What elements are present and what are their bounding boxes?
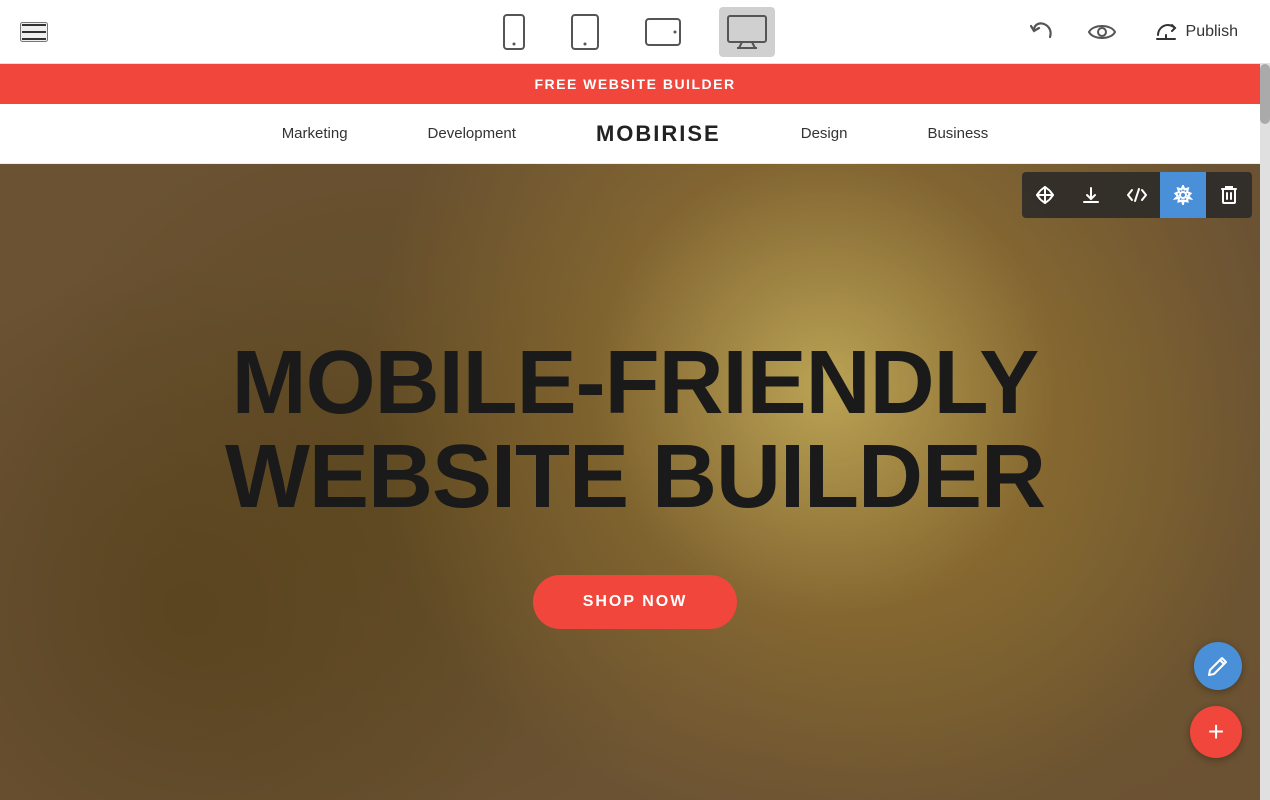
- navbar: Marketing Development MOBIRISE Design Bu…: [0, 104, 1270, 164]
- move-section-button[interactable]: [1022, 172, 1068, 218]
- scrollbar-thumb[interactable]: [1260, 64, 1270, 124]
- hero-section: MOBILE-FRIENDLY WEBSITE BUILDER SHOP NOW: [0, 164, 1270, 800]
- nav-link-business[interactable]: Business: [927, 125, 988, 142]
- tablet-view-button[interactable]: [563, 6, 607, 58]
- toolbar-center: [495, 6, 775, 58]
- hero-content: MOBILE-FRIENDLY WEBSITE BUILDER SHOP NOW: [0, 164, 1270, 800]
- hero-title: MOBILE-FRIENDLY WEBSITE BUILDER: [225, 336, 1045, 525]
- publish-label: Publish: [1186, 23, 1238, 41]
- promo-banner: FREE WEBSITE BUILDER: [0, 64, 1270, 104]
- publish-button[interactable]: Publish: [1142, 13, 1250, 51]
- download-section-button[interactable]: [1068, 172, 1114, 218]
- toolbar-right: Publish: [1024, 13, 1250, 51]
- add-section-fab-button[interactable]: +: [1190, 706, 1242, 758]
- desktop-view-button[interactable]: [719, 7, 775, 57]
- mobile-view-button[interactable]: [495, 6, 533, 58]
- preview-button[interactable]: [1082, 16, 1122, 48]
- nav-link-design[interactable]: Design: [801, 125, 848, 142]
- undo-button[interactable]: [1024, 14, 1062, 50]
- code-editor-button[interactable]: [1114, 172, 1160, 218]
- top-toolbar: Publish: [0, 0, 1270, 64]
- brand-logo: MOBIRISE: [596, 121, 721, 147]
- toolbar-left: [20, 22, 48, 42]
- edit-fab-button[interactable]: [1194, 642, 1242, 690]
- nav-link-marketing[interactable]: Marketing: [282, 125, 348, 142]
- shop-now-button[interactable]: SHOP NOW: [533, 575, 738, 629]
- hero-title-line2: WEBSITE BUILDER: [225, 427, 1045, 527]
- menu-button[interactable]: [20, 22, 48, 42]
- delete-section-button[interactable]: [1206, 172, 1252, 218]
- nav-link-development[interactable]: Development: [428, 125, 516, 142]
- section-toolbar: [1022, 172, 1252, 218]
- add-icon: +: [1208, 716, 1224, 748]
- scrollbar[interactable]: [1260, 64, 1270, 800]
- section-settings-button[interactable]: [1160, 172, 1206, 218]
- promo-text: FREE WEBSITE BUILDER: [534, 76, 735, 92]
- hero-title-line1: MOBILE-FRIENDLY: [232, 333, 1039, 433]
- tablet-landscape-view-button[interactable]: [637, 10, 689, 54]
